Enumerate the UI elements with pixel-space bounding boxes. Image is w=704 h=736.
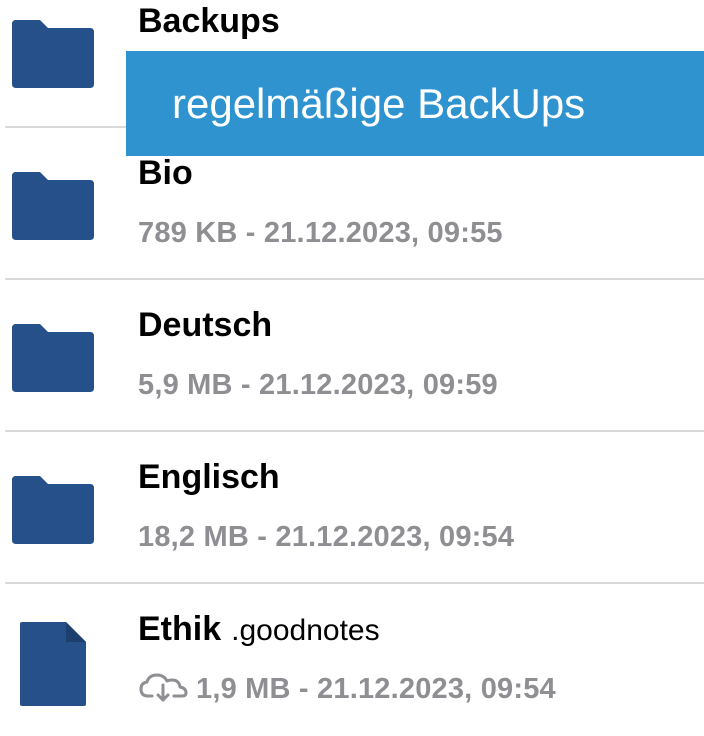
file-name: Ethik — [138, 610, 222, 648]
folder-icon — [10, 320, 96, 394]
file-meta: 789 KB - 21.12.2023, 09:55 — [138, 217, 503, 249]
file-name: Backups — [138, 2, 280, 40]
file-extension: .goodnotes — [231, 614, 380, 647]
file-meta: 1,9 MB - 21.12.2023, 09:54 — [196, 673, 556, 705]
file-name: Deutsch — [138, 306, 273, 344]
document-icon — [18, 620, 88, 708]
file-row-ethik[interactable]: Ethik .goodnotes 1,9 MB - 21.12.2023, 09:… — [0, 584, 704, 736]
folder-icon — [10, 472, 96, 546]
caption-overlay: regelmäßige BackUps — [126, 51, 704, 156]
file-row-deutsch[interactable]: Deutsch 5,9 MB - 21.12.2023, 09:59 — [0, 280, 704, 432]
file-name: Bio — [138, 154, 193, 192]
file-row-englisch[interactable]: Englisch 18,2 MB - 21.12.2023, 09:54 — [0, 432, 704, 584]
file-name: Englisch — [138, 458, 280, 496]
file-meta: 5,9 MB - 21.12.2023, 09:59 — [138, 369, 498, 401]
folder-icon — [10, 168, 96, 242]
cloud-download-icon[interactable] — [138, 672, 190, 702]
file-meta: 18,2 MB - 21.12.2023, 09:54 — [138, 521, 515, 553]
folder-icon — [10, 16, 96, 90]
